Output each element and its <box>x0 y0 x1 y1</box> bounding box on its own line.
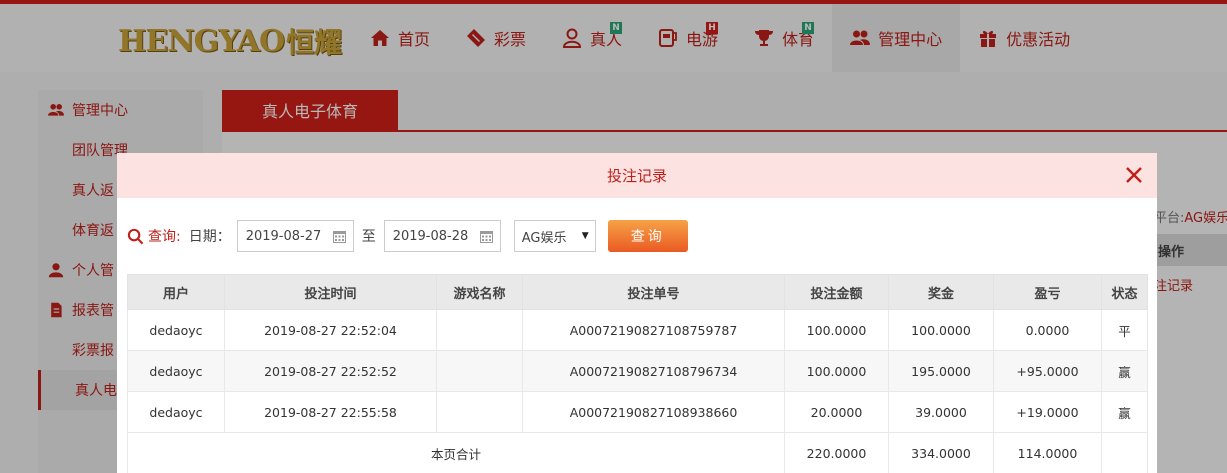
calendar-icon <box>332 230 346 243</box>
cell-total-profit: 114.0000 <box>993 432 1102 473</box>
cell-bet-id: A00072190827108938660 <box>522 391 785 433</box>
cell-profit: +19.0000 <box>993 391 1102 433</box>
cell-status: 平 <box>1101 309 1148 351</box>
date-range-separator: 至 <box>361 229 376 245</box>
cell-total-label: 本页合计 <box>127 432 785 473</box>
cell-status: 赢 <box>1101 391 1148 433</box>
table-row: dedaoyc 2019-08-27 22:52:52 A00072190827… <box>127 350 1148 392</box>
cell-bet-amount: 100.0000 <box>784 350 889 392</box>
query-bar: 查询: 日期： 2019-08-27 至 2019-08-28 AG娱乐 ▼ 查… <box>127 220 1147 252</box>
query-label-text: 查询: <box>148 229 181 245</box>
table-total-row: 本页合计 220.0000 334.0000 114.0000 <box>127 432 1148 473</box>
calendar-icon <box>479 230 493 243</box>
table-header-row: 用户 投注时间 游戏名称 投注单号 投注金额 奖金 盈亏 状态 <box>127 274 1148 310</box>
column-header: 奖金 <box>888 274 994 310</box>
cell-status: 赢 <box>1101 350 1148 392</box>
close-button[interactable] <box>1123 164 1145 186</box>
cell-profit: 0.0000 <box>993 309 1102 351</box>
cell-profit: +95.0000 <box>993 350 1102 392</box>
cell-prize: 195.0000 <box>888 350 994 392</box>
cell-user: dedaoyc <box>127 309 225 351</box>
platform-select[interactable]: AG娱乐 ▼ <box>513 220 596 252</box>
table-row: dedaoyc 2019-08-27 22:55:58 A00072190827… <box>127 391 1148 433</box>
chevron-down-icon: ▼ <box>581 231 589 241</box>
cell-total-status <box>1101 432 1148 473</box>
column-header: 用户 <box>127 274 225 310</box>
cell-prize: 39.0000 <box>888 391 994 433</box>
cell-bet-id: A00072190827108796734 <box>522 350 785 392</box>
cell-bet-time: 2019-08-27 22:55:58 <box>224 391 437 433</box>
column-header: 盈亏 <box>993 274 1102 310</box>
date-from-value: 2019-08-27 <box>245 228 322 244</box>
close-icon <box>1126 167 1142 183</box>
column-header: 游戏名称 <box>436 274 523 310</box>
cell-game-name <box>436 309 523 351</box>
cell-user: dedaoyc <box>127 391 225 433</box>
date-to-value: 2019-08-28 <box>392 228 469 244</box>
bet-records-modal: 投注记录 查询: 日期： 2019-08-27 至 2019-08-28 AG娱… <box>117 153 1157 473</box>
cell-game-name <box>436 350 523 392</box>
date-from-input[interactable]: 2019-08-27 <box>236 220 354 252</box>
column-header: 投注单号 <box>522 274 785 310</box>
search-icon <box>127 228 144 244</box>
search-button[interactable]: 查询 <box>607 220 688 252</box>
cell-total-prize: 334.0000 <box>888 432 994 473</box>
cell-bet-id: A00072190827108759787 <box>522 309 785 351</box>
cell-total-bet: 220.0000 <box>784 432 889 473</box>
platform-select-value: AG娱乐 <box>521 230 567 246</box>
cell-prize: 100.0000 <box>888 309 994 351</box>
date-to-input[interactable]: 2019-08-28 <box>383 220 501 252</box>
cell-bet-amount: 20.0000 <box>784 391 889 433</box>
modal-header: 投注记录 <box>117 153 1157 198</box>
column-header: 状态 <box>1101 274 1148 310</box>
date-label: 日期： <box>188 229 231 245</box>
column-header: 投注金额 <box>784 274 889 310</box>
cell-user: dedaoyc <box>127 350 225 392</box>
cell-game-name <box>436 391 523 433</box>
modal-title: 投注记录 <box>606 167 667 185</box>
cell-bet-time: 2019-08-27 22:52:04 <box>224 309 437 351</box>
bet-records-table: 用户 投注时间 游戏名称 投注单号 投注金额 奖金 盈亏 状态 dedaoyc … <box>127 274 1148 473</box>
cell-bet-amount: 100.0000 <box>784 309 889 351</box>
query-label: 查询: <box>127 226 181 246</box>
table-row: dedaoyc 2019-08-27 22:52:04 A00072190827… <box>127 309 1148 351</box>
column-header: 投注时间 <box>224 274 437 310</box>
cell-bet-time: 2019-08-27 22:52:52 <box>224 350 437 392</box>
